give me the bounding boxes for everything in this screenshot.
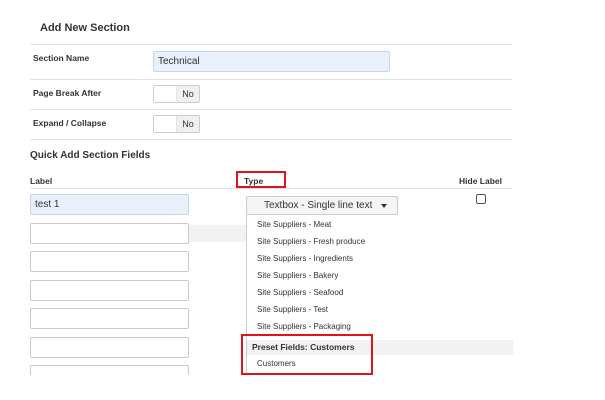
hide-label-checkbox[interactable] [476,194,486,204]
field-label-input[interactable] [30,337,189,358]
label-column-header: Label [30,176,53,186]
field-label-input[interactable] [30,251,189,272]
quick-add-title: Quick Add Section Fields [30,150,151,161]
field-label-input[interactable] [30,280,189,301]
field-label-input[interactable] [30,308,189,329]
dropdown-option[interactable]: Site Suppliers - Seafood [257,288,343,297]
divider [30,44,512,45]
page-break-after-label: Page Break After [33,88,102,98]
dropdown-option[interactable]: Site Suppliers - Packaging [257,322,351,331]
field-label-input[interactable] [30,223,189,244]
toggle-knob [154,116,177,132]
field-type-select[interactable]: Textbox - Single line text [246,196,398,215]
field-label-input[interactable] [30,365,189,375]
form-title: Add New Section [40,22,130,34]
toggle-knob [154,86,177,102]
expand-collapse-label: Expand / Collapse [33,118,107,128]
preset-fields-highlight [241,334,373,375]
section-name-label: Section Name [33,53,90,63]
divider [30,188,512,189]
section-name-input[interactable]: Technical [153,51,390,72]
type-column-header: Type [244,176,264,186]
toggle-value: No [177,86,199,102]
hide-label-column-header: Hide Label [459,176,502,186]
dropdown-option[interactable]: Site Suppliers - Bakery [257,271,338,280]
row-background [189,225,246,242]
caret-down-icon [381,204,387,208]
dropdown-option[interactable]: Site Suppliers - Ingredients [257,254,353,263]
dropdown-option[interactable]: Site Suppliers - Meat [257,220,331,229]
dropdown-option[interactable]: Site Suppliers - Fresh produce [257,237,365,246]
page-break-after-toggle[interactable]: No [153,85,200,103]
field-label-input[interactable]: test 1 [30,194,189,215]
field-type-value: Textbox - Single line text [264,200,373,211]
divider [30,79,512,80]
expand-collapse-toggle[interactable]: No [153,115,200,133]
dropdown-option[interactable]: Site Suppliers - Test [257,305,328,314]
toggle-value: No [177,116,199,132]
divider [30,109,512,110]
divider [30,139,512,140]
